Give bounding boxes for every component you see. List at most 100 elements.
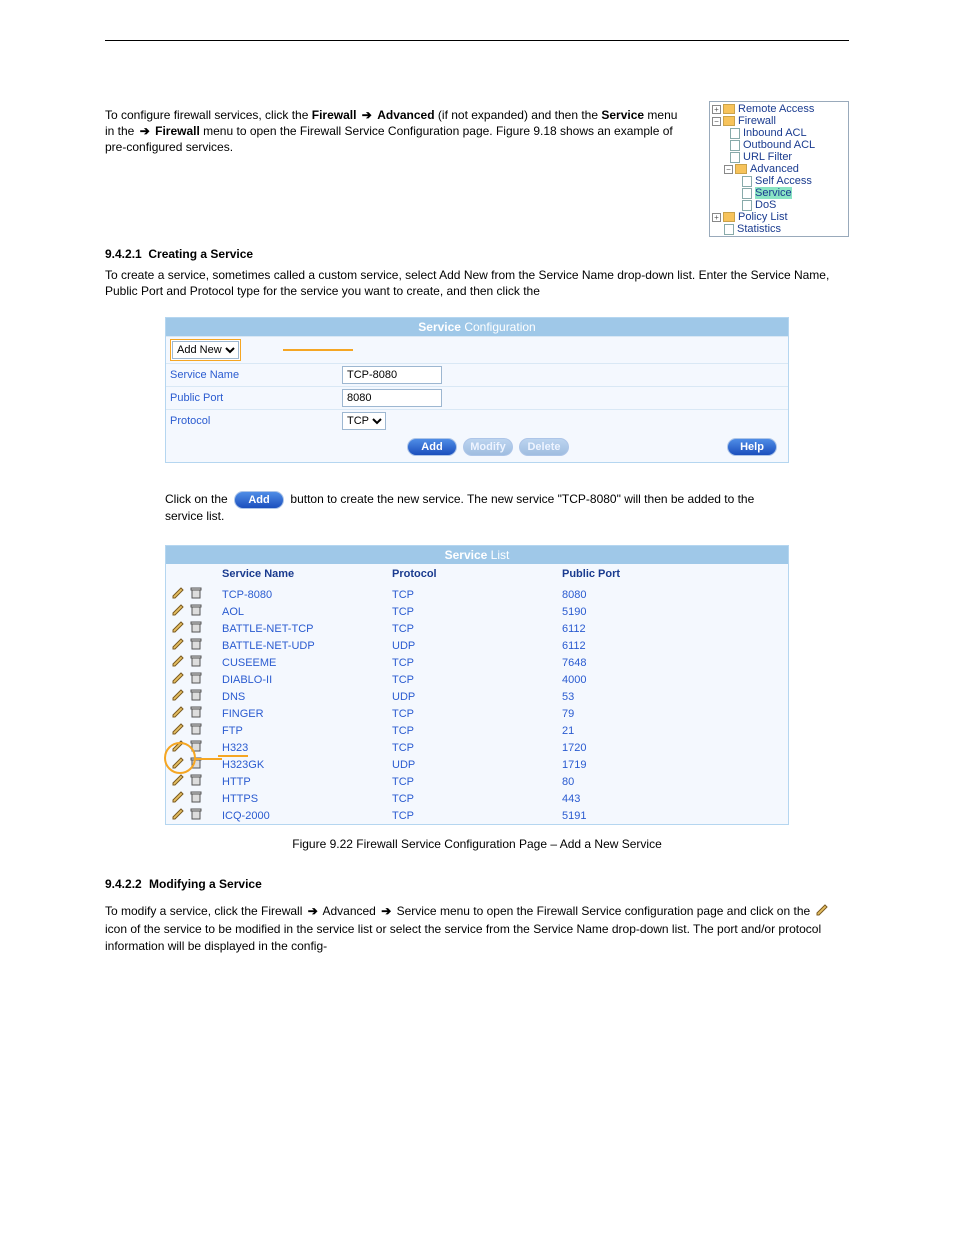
delete-icon[interactable] (190, 621, 202, 635)
tree-service[interactable]: Service (711, 187, 847, 199)
delete-icon[interactable] (190, 604, 202, 618)
tree-dos[interactable]: DoS (711, 199, 847, 211)
intro-firewall: Firewall (312, 108, 357, 122)
cell-service-name[interactable]: HTTP (222, 776, 392, 788)
callout-line (283, 349, 353, 351)
cell-service-name[interactable]: FTP (222, 725, 392, 737)
edit-icon[interactable] (172, 672, 184, 686)
cell-service-name[interactable]: FINGER (222, 708, 392, 720)
cell-protocol: TCP (392, 810, 562, 822)
tree-self-access[interactable]: Self Access (711, 175, 847, 187)
delete-button[interactable]: Delete (519, 438, 569, 456)
delete-icon[interactable] (190, 774, 202, 788)
tree-firewall[interactable]: −Firewall (711, 115, 847, 127)
config-header: Service Configuration (166, 318, 788, 336)
modify-heading: 9.4.2.2 Modifying a Service (105, 877, 849, 891)
delete-icon[interactable] (190, 689, 202, 703)
delete-icon[interactable] (190, 587, 202, 601)
cell-protocol: TCP (392, 708, 562, 720)
edit-icon[interactable] (172, 621, 184, 635)
cell-public-port: 7648 (562, 657, 782, 669)
section-title: Creating a Service (148, 247, 253, 261)
modify-p1d: icon of the service to be modified in th… (105, 922, 821, 953)
tree-url-filter[interactable]: URL Filter (711, 151, 847, 163)
cell-protocol: TCP (392, 623, 562, 635)
modify-button[interactable]: Modify (463, 438, 513, 456)
cell-service-name[interactable]: ICQ-2000 (222, 810, 392, 822)
arrow-icon: ➔ (140, 124, 150, 138)
table-row: DNSUDP53 (166, 688, 788, 705)
cell-service-name[interactable]: DIABLO-II (222, 674, 392, 686)
modify-p1c: Service menu to open the Firewall Servic… (397, 904, 811, 918)
cell-public-port: 6112 (562, 640, 782, 652)
add-button[interactable]: Add (407, 438, 457, 456)
tree-policy-list[interactable]: +Policy List (711, 211, 847, 223)
public-port-input[interactable] (342, 389, 442, 407)
edit-icon[interactable] (172, 774, 184, 788)
edit-icon[interactable] (172, 689, 184, 703)
service-name-input[interactable] (342, 366, 442, 384)
modify-heading-id: 9.4.2.2 (105, 877, 142, 891)
cell-service-name[interactable]: AOL (222, 606, 392, 618)
edit-icon[interactable] (172, 791, 184, 805)
cell-service-name[interactable]: BATTLE-NET-TCP (222, 623, 392, 635)
modify-p1b: Advanced (322, 904, 375, 918)
table-row: H323TCP1720 (166, 739, 788, 756)
intro-service: Service (601, 108, 644, 122)
tree-inbound-acl[interactable]: Inbound ACL (711, 127, 847, 139)
cell-service-name[interactable]: DNS (222, 691, 392, 703)
help-button[interactable]: Help (727, 438, 777, 456)
tree-outbound-acl[interactable]: Outbound ACL (711, 139, 847, 151)
cell-public-port: 21 (562, 725, 782, 737)
public-port-label: Public Port (170, 392, 340, 404)
cell-service-name[interactable]: H323 (222, 742, 392, 754)
arrow-icon: ➔ (362, 108, 372, 122)
edit-icon[interactable] (172, 655, 184, 669)
config-title-strong: Service (418, 320, 461, 334)
cell-service-name[interactable]: BATTLE-NET-UDP (222, 640, 392, 652)
cell-protocol: TCP (392, 725, 562, 737)
edit-icon[interactable] (172, 587, 184, 601)
inline-add-button[interactable]: Add (234, 491, 284, 509)
protocol-select[interactable]: TCP (342, 412, 386, 430)
list-header: Service List (166, 546, 788, 564)
tree-remote-access[interactable]: +Remote Access (711, 103, 847, 115)
intro-firewall2: Firewall (155, 124, 200, 138)
delete-icon[interactable] (190, 808, 202, 822)
modify-heading-text: Modifying a Service (149, 877, 262, 891)
cell-public-port: 4000 (562, 674, 782, 686)
edit-callout-connector (194, 758, 222, 760)
service-config-panel: Service Configuration Add New Service Na… (165, 317, 789, 463)
delete-icon[interactable] (190, 791, 202, 805)
cell-protocol: TCP (392, 742, 562, 754)
edit-icon[interactable] (172, 638, 184, 652)
delete-icon[interactable] (190, 706, 202, 720)
table-row: BATTLE-NET-TCPTCP6112 (166, 620, 788, 637)
cell-service-name[interactable]: HTTPS (222, 793, 392, 805)
config-title-thin: Configuration (464, 320, 535, 334)
tree-advanced[interactable]: −Advanced (711, 163, 847, 175)
edit-icon[interactable] (172, 808, 184, 822)
edit-icon[interactable] (172, 604, 184, 618)
cell-service-name[interactable]: CUSEEME (222, 657, 392, 669)
service-name-label: Service Name (170, 369, 340, 381)
tree-statistics[interactable]: Statistics (711, 223, 847, 235)
cell-service-name[interactable]: H323GK (222, 759, 392, 771)
delete-icon[interactable] (190, 723, 202, 737)
edit-icon[interactable] (172, 706, 184, 720)
cell-public-port: 8080 (562, 589, 782, 601)
edit-icon[interactable] (172, 723, 184, 737)
section-para: To create a service, sometimes called a … (105, 267, 849, 299)
delete-icon[interactable] (190, 638, 202, 652)
mode-select[interactable]: Add New (172, 341, 239, 359)
table-row: HTTPTCP80 (166, 773, 788, 790)
table-row: H323GKUDP1719 (166, 756, 788, 773)
nav-tree: +Remote Access −Firewall Inbound ACL Out… (709, 101, 849, 237)
section-id: 9.4.2.1 (105, 247, 142, 261)
intro-paragraph: To configure firewall services, click th… (105, 107, 689, 156)
delete-icon[interactable] (190, 672, 202, 686)
table-row: TCP-8080TCP8080 (166, 586, 788, 603)
delete-icon[interactable] (190, 655, 202, 669)
table-row: AOLTCP5190 (166, 603, 788, 620)
cell-service-name[interactable]: TCP-8080 (222, 589, 392, 601)
